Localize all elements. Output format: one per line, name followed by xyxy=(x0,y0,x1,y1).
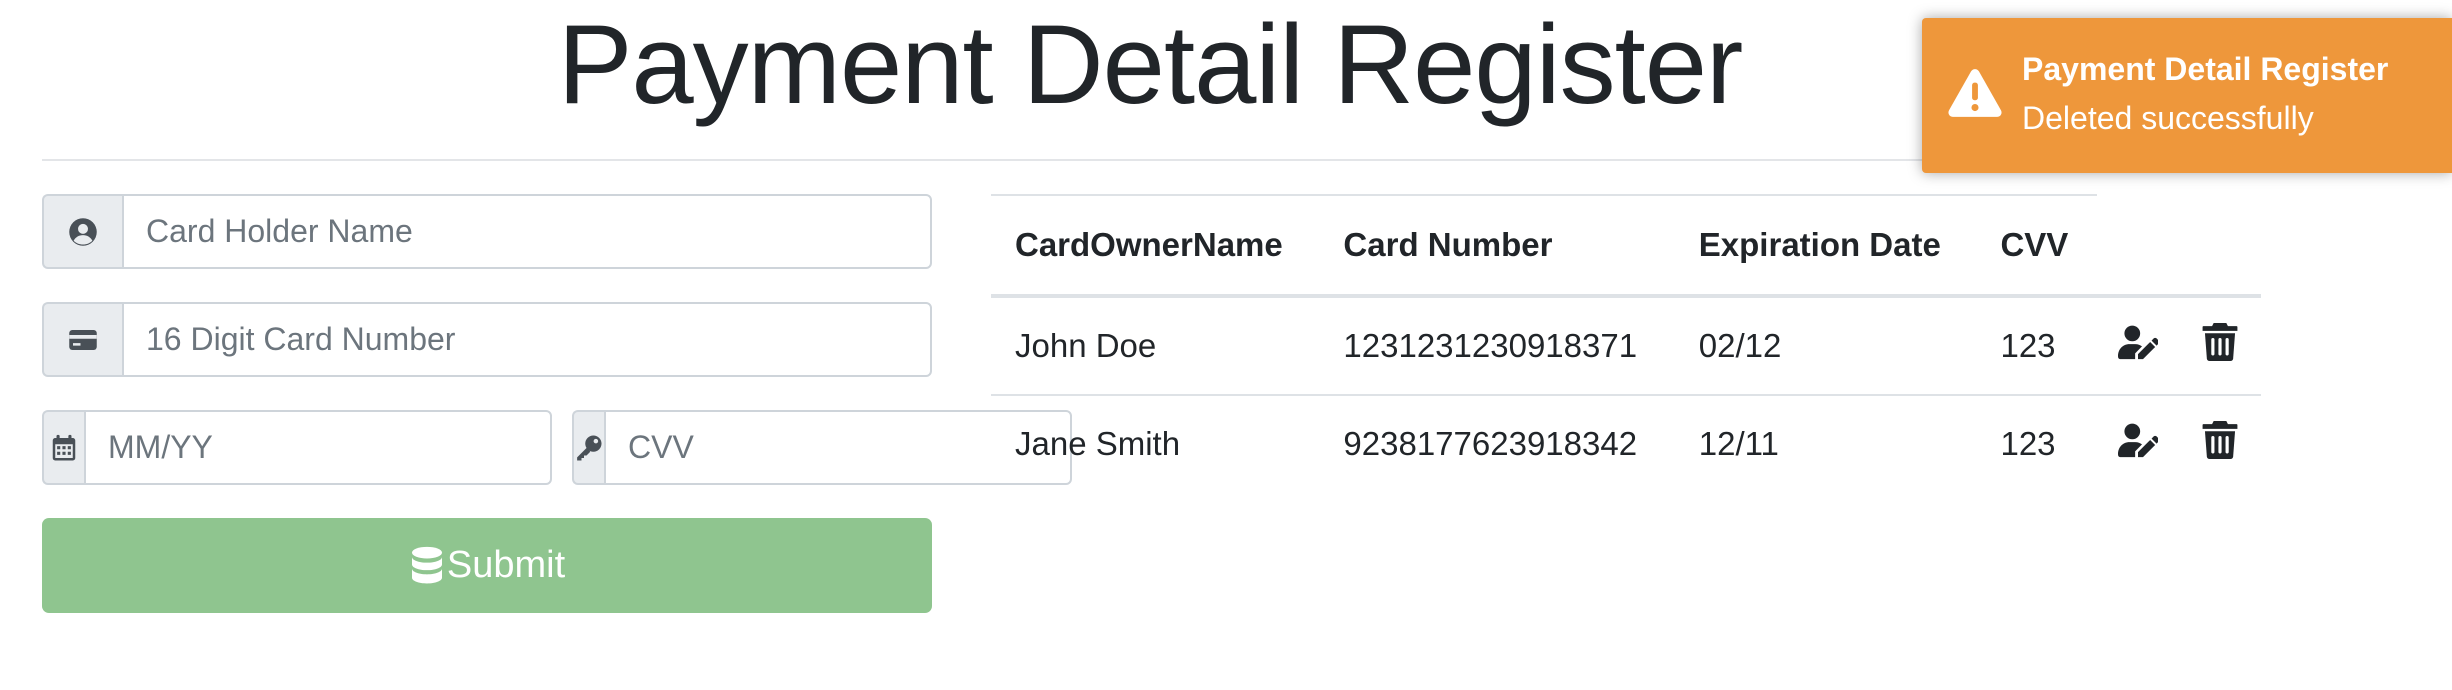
actions-header xyxy=(2179,195,2261,298)
owner-cell: Jane Smith xyxy=(1015,425,1181,462)
card-number-group xyxy=(42,302,932,377)
column-header: CardOwnerName xyxy=(991,194,1320,298)
toast-title: Payment Detail Register xyxy=(2022,51,2389,87)
edit-cell xyxy=(2097,296,2179,396)
card-number-cell: 1231231230918371 xyxy=(1319,296,1675,396)
user-circle-icon xyxy=(42,194,122,269)
card-holder-input[interactable] xyxy=(122,194,932,269)
cvv-cell: 123 xyxy=(1976,296,2097,396)
cvv-cell: 123 xyxy=(2000,425,2056,462)
edit-cell xyxy=(2097,395,2179,492)
user-edit-icon[interactable] xyxy=(2118,323,2160,361)
expiry-group xyxy=(42,410,552,485)
expiry-input[interactable] xyxy=(84,410,552,485)
delete-cell xyxy=(2179,395,2261,492)
column-header: Card Number xyxy=(1319,194,1675,298)
expiry-cell: 12/11 xyxy=(1698,425,1779,462)
submit-label: Submit xyxy=(446,544,566,586)
card-number-cell: 9238177623918342 xyxy=(1343,425,1638,462)
warning-icon xyxy=(1948,68,2002,118)
delete-cell xyxy=(2179,296,2261,396)
card-number-input[interactable] xyxy=(122,302,932,377)
expiry-cell: 02/12 xyxy=(1674,296,1977,396)
calendar-icon xyxy=(42,410,84,485)
owner-cell: John Doe xyxy=(991,296,1320,396)
table-header-row: CardOwnerName Card Number Expiration Dat… xyxy=(991,194,2261,298)
table-row[interactable]: John Doe 1231231230918371 02/12 123 xyxy=(991,296,2261,396)
toast-message: Deleted successfully xyxy=(2022,100,2314,136)
trash-icon[interactable] xyxy=(2200,323,2240,361)
payment-table: CardOwnerName Card Number Expiration Dat… xyxy=(991,194,2261,492)
credit-card-icon xyxy=(42,302,122,377)
column-header: Expiration Date xyxy=(1674,194,1977,298)
table-row[interactable]: Jane Smith 9238177623918342 12/11 123 xyxy=(991,395,2261,492)
toast-notification[interactable]: Payment Detail Register Deleted successf… xyxy=(1922,18,2452,173)
cvv-group xyxy=(572,410,1072,485)
card-holder-group xyxy=(42,194,932,269)
column-header: CVV xyxy=(1976,194,2097,298)
actions-header xyxy=(2097,195,2179,298)
user-edit-icon[interactable] xyxy=(2118,421,2160,459)
submit-button[interactable]: Submit xyxy=(42,518,932,613)
key-icon xyxy=(572,410,604,485)
database-icon xyxy=(409,546,445,586)
trash-icon[interactable] xyxy=(2200,421,2240,459)
